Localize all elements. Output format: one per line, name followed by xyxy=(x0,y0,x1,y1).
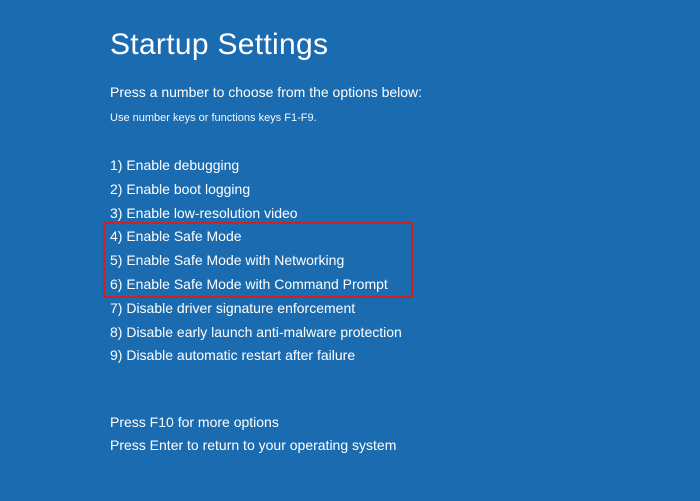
option-1-debugging[interactable]: 1) Enable debugging xyxy=(110,154,700,178)
option-5-safe-mode-networking[interactable]: 5) Enable Safe Mode with Networking xyxy=(110,249,700,273)
option-4-safe-mode[interactable]: 4) Enable Safe Mode xyxy=(110,225,700,249)
option-8-disable-anti-malware[interactable]: 8) Disable early launch anti-malware pro… xyxy=(110,321,700,345)
option-3-low-resolution[interactable]: 3) Enable low-resolution video xyxy=(110,202,700,226)
option-2-boot-logging[interactable]: 2) Enable boot logging xyxy=(110,178,700,202)
footer-f10: Press F10 for more options xyxy=(110,411,396,433)
hint-text: Use number keys or functions keys F1-F9. xyxy=(110,112,700,124)
page-title: Startup Settings xyxy=(110,28,700,62)
footer-enter: Press Enter to return to your operating … xyxy=(110,434,396,456)
footer-instructions: Press F10 for more options Press Enter t… xyxy=(110,411,396,456)
option-6-safe-mode-command-prompt[interactable]: 6) Enable Safe Mode with Command Prompt xyxy=(110,273,700,297)
options-list: 1) Enable debugging 2) Enable boot loggi… xyxy=(110,154,700,368)
startup-settings-screen: Startup Settings Press a number to choos… xyxy=(0,0,700,368)
option-7-disable-driver-signature[interactable]: 7) Disable driver signature enforcement xyxy=(110,297,700,321)
subtitle-text: Press a number to choose from the option… xyxy=(110,84,700,100)
option-9-disable-auto-restart[interactable]: 9) Disable automatic restart after failu… xyxy=(110,344,700,368)
